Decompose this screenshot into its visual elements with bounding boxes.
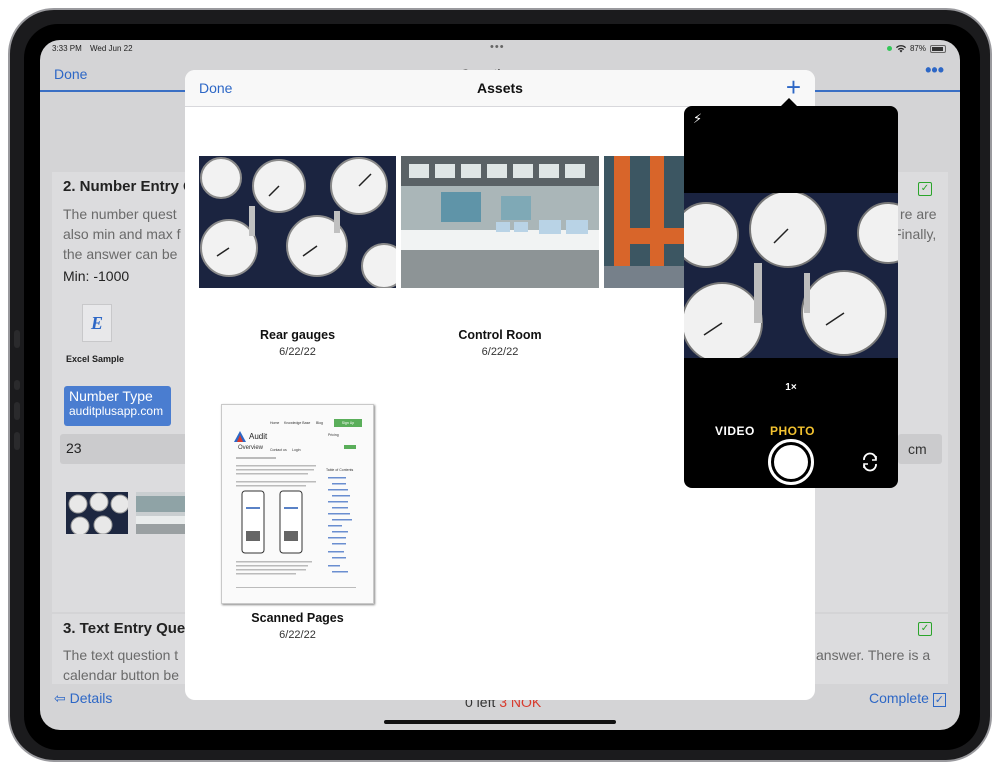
more-icon[interactable]: ••• — [925, 60, 944, 81]
asset-image — [199, 156, 396, 288]
number-type-link[interactable]: Number Type auditplusapp.com — [64, 386, 171, 426]
flip-camera-icon[interactable] — [860, 452, 880, 472]
question-text-line: answer. There is a — [816, 647, 931, 663]
status-date: Wed Jun 22 — [90, 44, 133, 53]
doc-nav-item: Knowledge Base — [284, 421, 311, 425]
excel-file-icon[interactable]: E — [82, 304, 112, 342]
doc-nav-item: Blog — [316, 421, 324, 425]
details-label: Details — [69, 690, 113, 706]
asset-item[interactable]: Control Room 6/22/22 — [401, 156, 599, 361]
popover-arrow — [781, 98, 797, 106]
question-text-line: The text question t — [63, 647, 179, 663]
question-title: 3. Text Entry Ques — [63, 620, 194, 637]
multitasking-dots[interactable]: ••• — [490, 41, 505, 53]
battery-icon — [930, 44, 946, 53]
question-text-line: calendar button be — [63, 667, 179, 683]
doc-brand: Audit — [249, 432, 268, 441]
asset-item[interactable]: Audit Home Knowledge Base Blog Sign Up P… — [221, 404, 374, 644]
question-text-line: The number quest — [63, 206, 177, 222]
asset-image — [401, 156, 599, 288]
camera-popover: ⚡︎ 1× VIDEO PHOTO — [684, 106, 898, 488]
zoom-button[interactable]: 1× — [779, 378, 803, 398]
side-button — [14, 380, 20, 390]
side-button — [14, 402, 20, 420]
side-button — [14, 330, 20, 348]
checkbox-icon[interactable]: ✓ — [918, 622, 932, 636]
question-title: 2. Number Entry Q — [63, 178, 195, 195]
question-text-line: also min and max f — [63, 226, 181, 242]
number-answer-input[interactable]: 23 — [60, 434, 190, 464]
wifi-icon — [895, 44, 906, 52]
modal-header: Done Assets + — [185, 70, 815, 107]
question-text-line: the answer can be — [63, 246, 178, 262]
number-type-url: auditplusapp.com — [69, 404, 164, 418]
doc-body-text — [236, 457, 356, 588]
question-text-line: re are — [900, 206, 937, 222]
modal-title: Assets — [477, 80, 523, 96]
photo-thumbnail[interactable] — [66, 492, 128, 534]
status-bar: 3:33 PM Wed Jun 22 ••• 87% — [40, 40, 960, 60]
doc-nav-item: Home — [270, 421, 280, 425]
doc-link: Contact us — [270, 448, 287, 452]
attachment-label: Excel Sample — [66, 354, 125, 364]
logo-icon — [234, 431, 246, 442]
question-text-line: Finally, — [893, 226, 937, 242]
number-type-title: Number Type — [69, 388, 153, 404]
checkbox-icon[interactable]: ✓ — [918, 182, 932, 196]
lightning-icon[interactable]: ⚡︎ — [693, 111, 702, 127]
asset-name: Control Room — [458, 328, 542, 342]
asset-date: 6/22/22 — [279, 346, 316, 358]
mode-photo[interactable]: PHOTO — [770, 424, 815, 438]
doc-heading: Overview — [238, 445, 264, 451]
asset-date: 6/22/22 — [481, 346, 519, 358]
status-time: 3:33 PM — [52, 44, 82, 53]
back-arrow-icon: ⇦ — [54, 690, 70, 706]
checkbox-icon: ✓ — [932, 693, 946, 707]
shutter-button[interactable] — [768, 439, 814, 485]
asset-name: Rear gauges — [259, 328, 336, 342]
complete-button[interactable]: Complete ✓ — [868, 690, 946, 707]
doc-pricing: Pricing — [328, 433, 339, 437]
camera-indicator-icon — [886, 46, 892, 51]
nav-done-button[interactable]: Done — [54, 66, 87, 82]
doc-signup: Sign Up — [334, 419, 362, 427]
battery-percent: 87% — [909, 44, 926, 53]
doc-link: Login — [292, 448, 301, 452]
camera-viewfinder — [684, 193, 898, 358]
asset-date: 6/22/22 — [279, 629, 316, 641]
status-right: 87% — [886, 44, 946, 53]
doc-search — [344, 445, 356, 449]
asset-name: Scanned Pages — [251, 611, 344, 625]
scanned-document: Audit Home Knowledge Base Blog Sign Up P… — [221, 404, 374, 604]
home-indicator[interactable] — [384, 720, 616, 724]
complete-label: Complete — [868, 690, 929, 706]
asset-item[interactable]: Rear gauges 6/22/22 — [199, 156, 396, 361]
side-button — [14, 432, 20, 450]
min-value-label: Min: -1000 — [63, 268, 130, 284]
unit-label: cm — [898, 434, 942, 464]
screen: 3:33 PM Wed Jun 22 ••• 87% Done Question… — [40, 40, 960, 730]
mode-video[interactable]: VIDEO — [715, 424, 755, 438]
details-button[interactable]: ⇦ Details — [54, 690, 112, 707]
